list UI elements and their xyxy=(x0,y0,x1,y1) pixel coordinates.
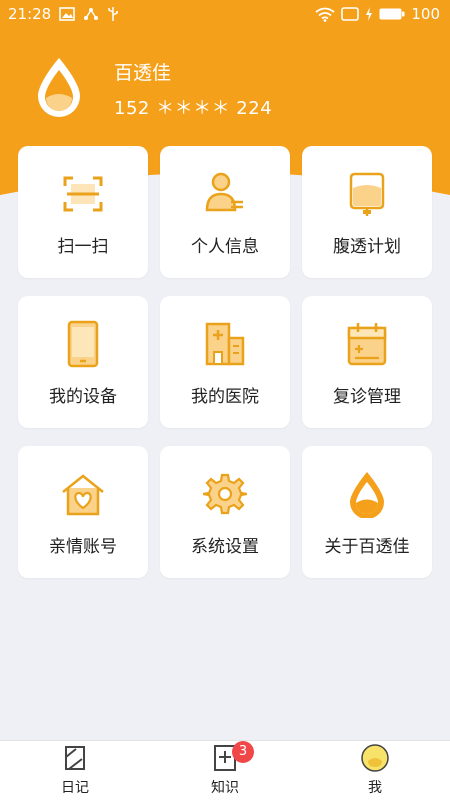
nav-me[interactable]: 我 xyxy=(330,741,420,801)
battery-icon xyxy=(379,8,405,20)
person-info-icon xyxy=(205,172,243,212)
battery-level: 100 xyxy=(411,5,440,23)
tile-label: 我的医院 xyxy=(191,387,259,407)
wifi-icon xyxy=(315,7,335,22)
tile-label: 腹透计划 xyxy=(333,237,401,257)
user-phone: 152 ＊＊＊＊ 224 xyxy=(114,98,273,119)
profile-header[interactable]: 百透佳 152 ＊＊＊＊ 224 xyxy=(0,50,450,140)
tile-personal-info[interactable]: 个人信息 xyxy=(160,146,290,278)
usb-icon xyxy=(108,7,118,21)
image-notification-icon xyxy=(59,7,76,21)
diary-icon xyxy=(65,746,85,770)
tile-label: 关于百透佳 xyxy=(324,537,410,557)
tile-scan[interactable]: 扫一扫 xyxy=(18,146,148,278)
tile-label: 我的设备 xyxy=(49,387,117,407)
status-time: 21:28 xyxy=(8,5,52,23)
me-avatar-icon xyxy=(361,744,389,772)
hospital-icon xyxy=(205,322,245,366)
tile-family-account[interactable]: 亲情账号 xyxy=(18,446,148,578)
nav-knowledge[interactable]: 3 知识 xyxy=(180,741,270,801)
gear-icon xyxy=(203,473,247,515)
nav-diary[interactable]: 日记 xyxy=(30,741,120,801)
nav-label: 知识 xyxy=(211,780,239,796)
tile-dialysis-plan[interactable]: 腹透计划 xyxy=(302,146,432,278)
family-home-icon xyxy=(62,474,104,516)
menu-grid: 扫一扫 个人信息 腹透计划 我的设备 我的医院 复诊管理 亲情账号 系统设置 关… xyxy=(18,146,432,578)
scan-icon xyxy=(63,176,103,212)
tile-label: 亲情账号 xyxy=(49,537,117,557)
tile-label: 复诊管理 xyxy=(333,387,401,407)
tile-label: 扫一扫 xyxy=(57,237,109,257)
tile-my-hospital[interactable]: 我的医院 xyxy=(160,296,290,428)
bottom-nav: 日记 3 知识 我 xyxy=(0,740,450,801)
tile-label: 个人信息 xyxy=(191,237,259,257)
tile-system-settings[interactable]: 系统设置 xyxy=(160,446,290,578)
status-left: 21:28 xyxy=(8,5,119,23)
drop-logo-icon xyxy=(350,472,384,518)
status-right: 100 xyxy=(315,5,440,23)
notification-badge: 3 xyxy=(232,741,254,763)
nav-label: 日记 xyxy=(61,780,89,796)
phone-device-icon xyxy=(67,320,99,368)
screen-cast-icon xyxy=(341,7,360,21)
user-name: 百透佳 xyxy=(114,62,172,84)
tile-about[interactable]: 关于百透佳 xyxy=(302,446,432,578)
nav-label: 我 xyxy=(368,780,382,796)
dialysis-bag-icon xyxy=(349,172,385,216)
tile-label: 系统设置 xyxy=(191,537,259,557)
calendar-icon xyxy=(347,323,387,366)
tile-follow-up[interactable]: 复诊管理 xyxy=(302,296,432,428)
share-icon xyxy=(84,8,99,20)
status-bar: 21:28 100 xyxy=(0,0,450,28)
tile-my-device[interactable]: 我的设备 xyxy=(18,296,148,428)
drop-logo-avatar-icon xyxy=(38,58,80,117)
charging-icon xyxy=(366,7,373,21)
